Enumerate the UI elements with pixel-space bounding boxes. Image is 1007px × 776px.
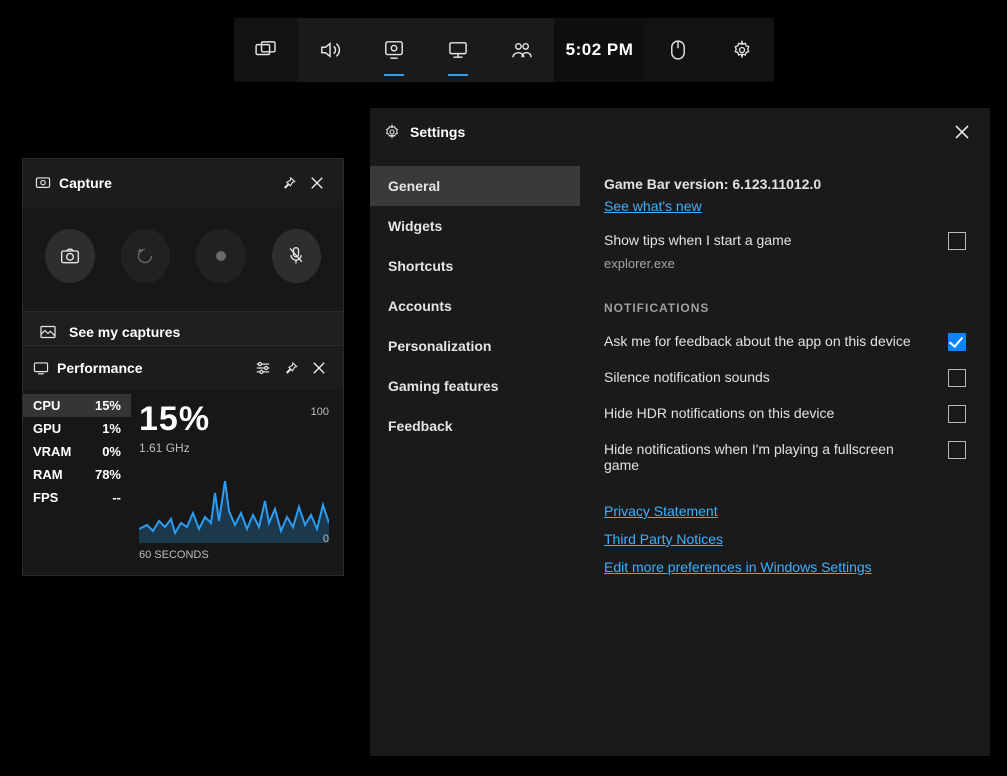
stat-fps[interactable]: FPS-- [23, 486, 131, 509]
widgets-menu-button[interactable] [234, 18, 298, 82]
hide-fullscreen-checkbox[interactable] [948, 441, 966, 459]
chart-axis-min: 0 [323, 533, 329, 545]
feedback-checkbox[interactable] [948, 333, 966, 351]
stat-ram[interactable]: RAM78% [23, 463, 131, 486]
feedback-label: Ask me for feedback about the app on thi… [604, 333, 911, 349]
hide-hdr-label: Hide HDR notifications on this device [604, 405, 834, 421]
audio-button[interactable] [298, 18, 362, 82]
hide-fullscreen-label: Hide notifications when I'm playing a fu… [604, 441, 932, 473]
process-name: explorer.exe [604, 256, 966, 271]
nav-general[interactable]: General [370, 166, 580, 206]
whats-new-link[interactable]: See what's new [604, 198, 702, 214]
pin-icon [282, 176, 296, 190]
speaker-icon [319, 40, 341, 60]
nav-feedback[interactable]: Feedback [370, 406, 580, 446]
settings-button[interactable] [249, 354, 277, 382]
game-bar-toolbar: 5:02 PM [234, 18, 774, 82]
cpu-frequency: 1.61 GHz [139, 441, 329, 455]
nav-widgets[interactable]: Widgets [370, 206, 580, 246]
people-icon [511, 41, 533, 59]
record-last-button[interactable] [121, 229, 171, 283]
close-button[interactable] [305, 354, 333, 382]
record-button[interactable] [196, 229, 246, 283]
mouse-icon [670, 39, 686, 61]
performance-widget: Performance CPU15% GPU1% VRAM0% RAM78% F… [22, 345, 344, 576]
rewind-icon [136, 247, 154, 265]
silence-label: Silence notification sounds [604, 369, 770, 385]
third-party-link[interactable]: Third Party Notices [604, 531, 966, 547]
performance-stats: CPU15% GPU1% VRAM0% RAM78% FPS-- [23, 390, 131, 575]
close-button[interactable] [948, 118, 976, 146]
capture-actions [23, 207, 343, 311]
mouse-button[interactable] [646, 18, 710, 82]
screenshot-button[interactable] [45, 229, 95, 283]
notifications-heading: NOTIFICATIONS [604, 301, 966, 315]
hide-fullscreen-row: Hide notifications when I'm playing a fu… [604, 441, 966, 473]
pin-icon [284, 361, 298, 375]
capture-icon [384, 40, 404, 60]
silence-checkbox[interactable] [948, 369, 966, 387]
close-icon [310, 176, 324, 190]
sparkline-chart [139, 463, 329, 543]
nav-shortcuts[interactable]: Shortcuts [370, 246, 580, 286]
gear-icon [732, 40, 752, 60]
show-tips-label: Show tips when I start a game [604, 232, 792, 248]
gallery-icon [39, 325, 57, 339]
capture-header: Capture [23, 159, 343, 207]
stat-cpu[interactable]: CPU15% [23, 394, 131, 417]
settings-nav: General Widgets Shortcuts Accounts Perso… [370, 156, 580, 756]
settings-links: Privacy Statement Third Party Notices Ed… [604, 503, 966, 575]
stat-vram[interactable]: VRAM0% [23, 440, 131, 463]
hide-hdr-checkbox[interactable] [948, 405, 966, 423]
close-button[interactable] [303, 169, 331, 197]
monitor-icon [448, 41, 468, 59]
capture-toolbar-button[interactable] [362, 18, 426, 82]
dot-icon [215, 250, 227, 262]
performance-chart: 100 15% 1.61 GHz 0 60 SECONDS [131, 390, 343, 575]
settings-header: Settings [370, 108, 990, 156]
version-label: Game Bar version: 6.123.11012.0 [604, 176, 966, 192]
nav-accounts[interactable]: Accounts [370, 286, 580, 326]
performance-title: Performance [57, 360, 249, 376]
capture-title: Capture [59, 175, 275, 191]
chart-axis-max: 100 [311, 406, 329, 418]
cpu-percent-large: 15% [139, 400, 329, 439]
settings-toolbar-button[interactable] [710, 18, 774, 82]
performance-toolbar-button[interactable] [426, 18, 490, 82]
edit-prefs-link[interactable]: Edit more preferences in Windows Setting… [604, 559, 966, 575]
performance-header: Performance [23, 346, 343, 390]
performance-body: CPU15% GPU1% VRAM0% RAM78% FPS-- 100 15%… [23, 390, 343, 575]
nav-personalization[interactable]: Personalization [370, 326, 580, 366]
capture-widget: Capture [22, 158, 344, 353]
settings-body: General Widgets Shortcuts Accounts Perso… [370, 156, 990, 756]
sliders-icon [255, 361, 271, 375]
feedback-row: Ask me for feedback about the app on thi… [604, 333, 966, 351]
mic-off-icon [287, 246, 305, 266]
settings-window: Settings General Widgets Shortcuts Accou… [370, 108, 990, 756]
camera-icon [60, 247, 80, 265]
pin-button[interactable] [277, 354, 305, 382]
xbox-social-button[interactable] [490, 18, 554, 82]
silence-row: Silence notification sounds [604, 369, 966, 387]
settings-content: Game Bar version: 6.123.11012.0 See what… [580, 156, 990, 756]
gear-icon [384, 124, 400, 140]
hide-hdr-row: Hide HDR notifications on this device [604, 405, 966, 423]
clock: 5:02 PM [554, 18, 646, 82]
pin-button[interactable] [275, 169, 303, 197]
chart-x-label: 60 SECONDS [139, 549, 329, 561]
show-tips-checkbox[interactable] [948, 232, 966, 250]
nav-gaming-features[interactable]: Gaming features [370, 366, 580, 406]
stat-gpu[interactable]: GPU1% [23, 417, 131, 440]
capture-header-icon [35, 175, 51, 191]
see-captures-label: See my captures [69, 324, 180, 340]
close-icon [954, 124, 970, 140]
privacy-link[interactable]: Privacy Statement [604, 503, 966, 519]
performance-header-icon [33, 361, 49, 375]
mic-button[interactable] [272, 229, 322, 283]
widgets-icon [255, 41, 277, 59]
settings-title: Settings [410, 124, 948, 140]
close-icon [312, 361, 326, 375]
show-tips-row: Show tips when I start a game [604, 232, 966, 250]
